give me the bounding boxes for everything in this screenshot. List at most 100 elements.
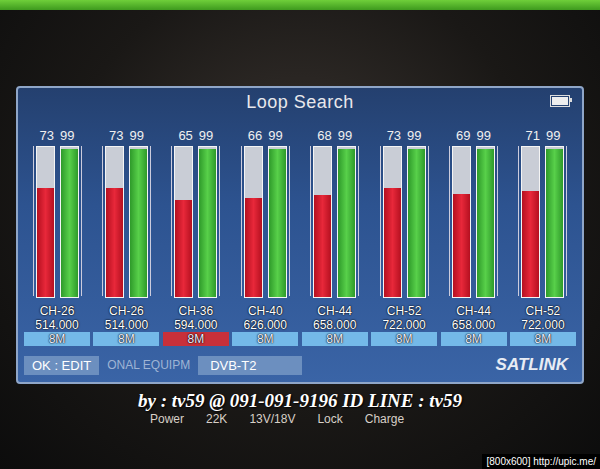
channel-group[interactable]: 73 99 CH-52722.0008M <box>371 128 437 346</box>
channel-readings: 66 99 <box>248 128 283 144</box>
strength-fill <box>522 191 539 298</box>
channel-name: CH-44 <box>302 304 368 318</box>
quality-reading: 99 <box>407 128 421 144</box>
strength-reading: 73 <box>40 128 54 144</box>
quality-reading: 99 <box>268 128 282 144</box>
channel-meters <box>241 146 290 296</box>
channel-meters <box>380 146 429 296</box>
strength-track <box>105 146 124 298</box>
channel-group[interactable]: 69 99 CH-44658.0008M <box>441 128 507 346</box>
quality-reading: 99 <box>129 128 143 144</box>
channel-name: CH-26 <box>24 304 90 318</box>
channel-bandwidth[interactable]: 8M <box>24 332 90 346</box>
quality-track <box>545 146 564 298</box>
strength-reading: 68 <box>317 128 331 144</box>
channel-frequency: 626.000 <box>232 318 298 332</box>
edit-hint[interactable]: OK : EDIT <box>24 356 99 375</box>
quality-reading: 99 <box>60 128 74 144</box>
channel-group[interactable]: 73 99 CH-26514.0008M <box>24 128 90 346</box>
strength-track <box>383 146 402 298</box>
strength-reading: 66 <box>248 128 262 144</box>
channel-group[interactable]: 65 99 CH-36594.0008M <box>163 128 229 346</box>
channel-labels: CH-52722.0008M <box>510 304 576 346</box>
channel-group[interactable]: 66 99 CH-40626.0008M <box>232 128 298 346</box>
indicator-label: Power <box>150 412 184 427</box>
strength-reading: 71 <box>525 128 539 144</box>
quality-reading: 99 <box>477 128 491 144</box>
battery-icon <box>550 95 570 107</box>
indicator-label: Charge <box>365 412 404 427</box>
channel-group[interactable]: 7399CH-26514.0008M <box>93 128 159 346</box>
channel-labels: CH-52722.0008M <box>371 304 437 346</box>
channel-bandwidth[interactable]: 8M <box>371 332 437 346</box>
quality-reading: 99 <box>338 128 352 144</box>
channel-bandwidth[interactable]: 8M <box>441 332 507 346</box>
channel-frequency: 722.000 <box>371 318 437 332</box>
strength-reading: 65 <box>178 128 192 144</box>
quality-reading: 99 <box>199 128 213 144</box>
quality-reading: 99 <box>546 128 560 144</box>
quality-fill <box>61 149 78 298</box>
channel-bandwidth[interactable]: 8M <box>232 332 298 346</box>
strength-fill <box>106 188 123 298</box>
quality-track <box>268 146 287 298</box>
quality-track <box>476 146 495 298</box>
strength-track <box>174 146 193 298</box>
channel-meters <box>102 146 151 296</box>
channel-readings: 73 99 <box>40 128 75 144</box>
quality-track <box>337 146 356 298</box>
channel-meters <box>449 146 498 296</box>
channel-labels: CH-40626.0008M <box>232 304 298 346</box>
channel-name: CH-26 <box>93 304 159 318</box>
strength-fill <box>384 188 401 298</box>
meter-screen: Loop Search7399CH-26514.0008M7399CH-2651… <box>16 86 584 384</box>
mode-label: DVB-T2 <box>198 356 302 375</box>
quality-fill <box>408 149 425 298</box>
channel-name: CH-52 <box>371 304 437 318</box>
indicator-labels: Power22K13V/18VLockCharge <box>0 412 600 427</box>
channel-frequency: 594.000 <box>163 318 229 332</box>
screen-title: Loop Search <box>246 92 354 113</box>
strength-fill <box>245 198 262 297</box>
channel-frequency: 514.000 <box>24 318 90 332</box>
channel-meters <box>518 146 567 296</box>
strength-track <box>313 146 332 298</box>
channel-meters <box>171 146 220 296</box>
strength-track <box>244 146 263 298</box>
battery-fill <box>552 97 568 105</box>
channel-name: CH-44 <box>441 304 507 318</box>
channel-name: CH-40 <box>232 304 298 318</box>
device-bezel <box>0 10 600 86</box>
channel-list: 7399CH-26514.0008M7399CH-26514.0008M6599… <box>24 128 576 346</box>
channel-frequency: 514.000 <box>93 318 159 332</box>
quality-fill <box>477 149 494 298</box>
channel-group[interactable]: 71 99 CH-52722.0008M <box>510 128 576 346</box>
channel-readings: 69 99 <box>456 128 491 144</box>
image-info-row: [800x600] http://upic.me/ <box>0 454 600 469</box>
channel-labels: CH-36594.0008M <box>163 304 229 346</box>
quality-track <box>407 146 426 298</box>
quality-track <box>198 146 217 298</box>
channel-readings: 71 99 <box>525 128 560 144</box>
channel-bandwidth[interactable]: 8M <box>510 332 576 346</box>
channel-bandwidth[interactable]: 8M <box>302 332 368 346</box>
strength-reading: 69 <box>456 128 470 144</box>
channel-readings: 73 99 <box>387 128 422 144</box>
quality-fill <box>130 149 147 298</box>
channel-bandwidth[interactable]: 8M <box>93 332 159 346</box>
strength-fill <box>453 194 470 298</box>
channel-frequency: 658.000 <box>441 318 507 332</box>
channel-meters <box>33 146 82 296</box>
quality-fill <box>269 149 286 298</box>
channel-frequency: 658.000 <box>302 318 368 332</box>
strength-fill <box>37 188 54 298</box>
quality-track <box>60 146 79 298</box>
scroll-text: ONAL EQUIPM <box>107 358 190 372</box>
channel-group[interactable]: 68 99 CH-44658.0008M <box>302 128 368 346</box>
channel-labels: CH-26514.0008M <box>24 304 90 346</box>
channel-bandwidth[interactable]: 8M <box>163 332 229 346</box>
title-bar: Loop Search <box>24 88 576 116</box>
quality-fill <box>338 149 355 298</box>
strength-reading: 73 <box>387 128 401 144</box>
brand-logo: SATLINK <box>496 355 576 375</box>
